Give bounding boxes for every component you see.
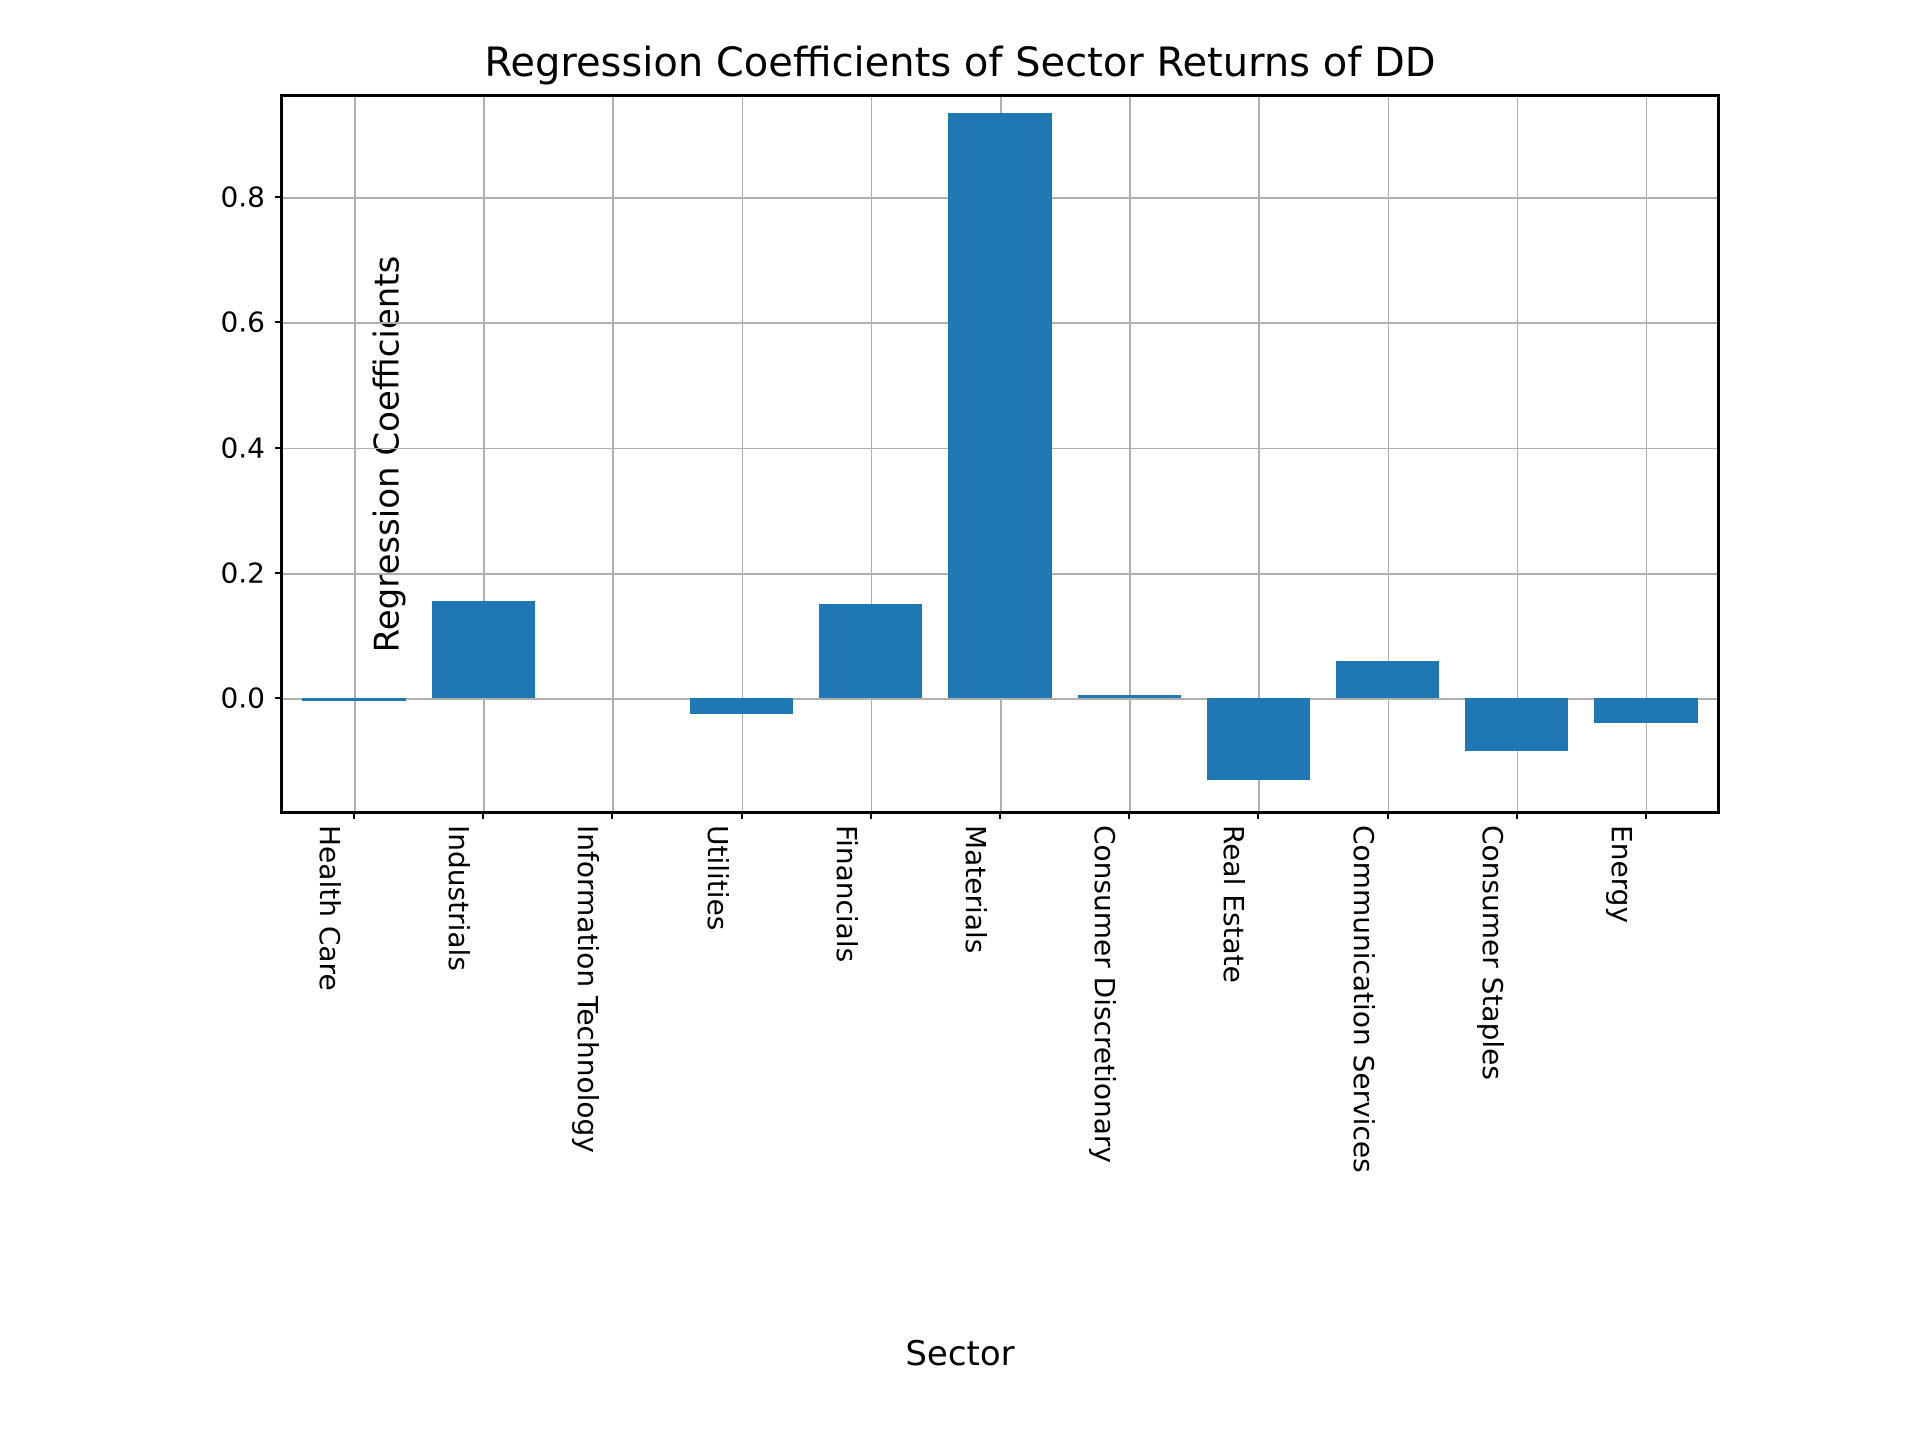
x-axis-label: Sector <box>905 1334 1014 1374</box>
xtick-label: Information Technology <box>571 825 604 1153</box>
ytick-label: 0.2 <box>220 557 283 590</box>
bar <box>1336 661 1439 699</box>
xtick-label: Real Estate <box>1217 825 1250 983</box>
xtick-mark <box>741 811 743 819</box>
ytick-label: 0.8 <box>220 181 283 214</box>
bar <box>819 604 922 698</box>
xtick-mark <box>1516 811 1518 819</box>
xtick-label: Utilities <box>701 825 734 930</box>
y-axis-label: Regression Coefficients <box>367 256 407 653</box>
xtick-label: Consumer Staples <box>1476 825 1509 1080</box>
bar <box>1594 698 1697 723</box>
bar <box>690 698 793 714</box>
bar <box>948 113 1051 699</box>
bar <box>302 698 405 701</box>
xtick-mark <box>1257 811 1259 819</box>
xtick-mark <box>482 811 484 819</box>
xtick-label: Financials <box>830 825 863 962</box>
bar <box>432 601 535 698</box>
xtick-label: Materials <box>959 825 992 953</box>
xtick-label: Communication Services <box>1347 825 1380 1173</box>
xtick-mark <box>353 811 355 819</box>
gridline-v <box>871 97 873 811</box>
xtick-label: Health Care <box>313 825 346 991</box>
chart-container: Regression Coefficients of Sector Return… <box>160 40 1760 1380</box>
xtick-label: Energy <box>1605 825 1638 923</box>
xtick-mark <box>870 811 872 819</box>
gridline-v <box>612 97 614 811</box>
bar <box>1207 698 1310 779</box>
xtick-label: Consumer Discretionary <box>1088 825 1121 1163</box>
gridline-v <box>483 97 485 811</box>
xtick-mark <box>611 811 613 819</box>
plot-outer: Regression Coefficients 0.00.20.40.60.8H… <box>160 94 1760 814</box>
xtick-mark <box>999 811 1001 819</box>
bar <box>1078 695 1181 698</box>
bar <box>1465 698 1568 751</box>
gridline-v <box>354 97 356 811</box>
plot-area: Regression Coefficients 0.00.20.40.60.8H… <box>280 94 1720 814</box>
ytick-label: 0.0 <box>220 682 283 715</box>
gridline-v <box>1388 97 1390 811</box>
ytick-label: 0.4 <box>220 431 283 464</box>
xtick-mark <box>1128 811 1130 819</box>
chart-title: Regression Coefficients of Sector Return… <box>160 40 1760 86</box>
gridline-v <box>1129 97 1131 811</box>
xtick-mark <box>1387 811 1389 819</box>
xtick-mark <box>1645 811 1647 819</box>
ytick-label: 0.6 <box>220 306 283 339</box>
xtick-label: Industrials <box>442 825 475 971</box>
